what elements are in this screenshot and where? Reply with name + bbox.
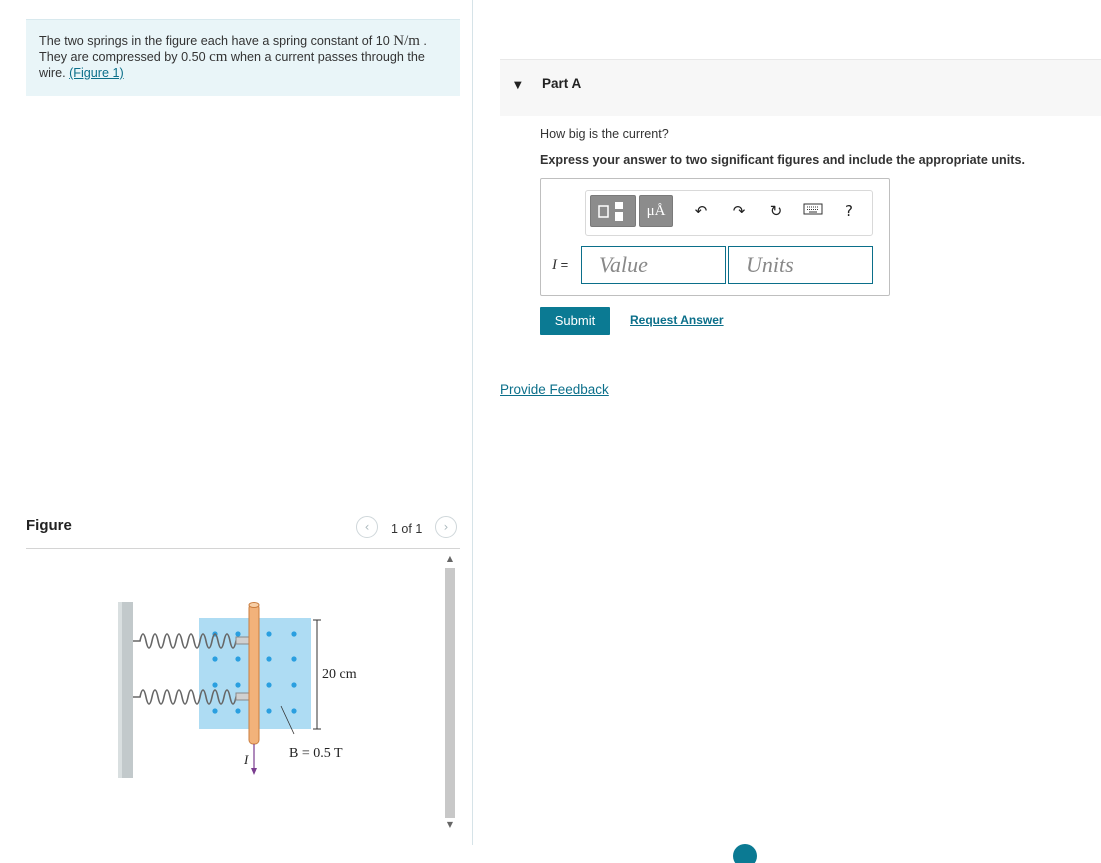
provide-feedback-link[interactable]: Provide Feedback bbox=[500, 382, 609, 397]
equals-sign: = bbox=[557, 257, 569, 272]
figure-scrollbar[interactable]: ▲ ▼ bbox=[443, 552, 457, 830]
field-label: B = 0.5 T bbox=[289, 746, 343, 761]
problem-unit-cm: cm bbox=[209, 49, 228, 65]
part-title: Part A bbox=[542, 76, 582, 91]
figure-header: Figure ‹ 1 of 1 › bbox=[26, 516, 460, 549]
help-icon[interactable]: ? bbox=[839, 201, 859, 221]
request-answer-link[interactable]: Request Answer bbox=[630, 313, 724, 327]
templates-button[interactable] bbox=[590, 195, 636, 227]
scrollbar-thumb[interactable] bbox=[445, 568, 455, 818]
chevron-right-icon: › bbox=[443, 520, 449, 534]
caret-down-icon: ▼ bbox=[514, 80, 522, 91]
next-figure-button[interactable]: › bbox=[435, 516, 457, 538]
submit-button[interactable]: Submit bbox=[540, 307, 610, 335]
answer-box: μÅ ↶ ↷ ↻ ? I = Value Units bbox=[540, 178, 890, 296]
problem-statement: The two springs in the figure each have … bbox=[26, 19, 460, 96]
reset-icon[interactable]: ↻ bbox=[766, 201, 786, 221]
part-a-header[interactable]: ▼ Part A bbox=[500, 59, 1101, 116]
scroll-down-icon[interactable]: ▼ bbox=[445, 820, 455, 830]
figure-drawing: 20 cm B = 0.5 T I bbox=[118, 602, 357, 778]
units-button[interactable]: μÅ bbox=[639, 195, 673, 227]
value-input[interactable]: Value bbox=[581, 246, 726, 284]
units-input[interactable]: Units bbox=[728, 246, 873, 284]
length-label: 20 cm bbox=[322, 667, 357, 682]
problem-unit-spring: N/m bbox=[393, 33, 420, 49]
scroll-up-icon[interactable]: ▲ bbox=[445, 554, 455, 564]
wire bbox=[248, 603, 260, 745]
figure-link[interactable]: (Figure 1) bbox=[69, 66, 124, 80]
figure-title: Figure bbox=[26, 517, 72, 534]
question-text: How big is the current? bbox=[540, 127, 669, 141]
spring-wire-figure: 20 cm B = 0.5 T I bbox=[112, 596, 372, 796]
undo-icon[interactable]: ↶ bbox=[691, 201, 711, 221]
instructions-text: Express your answer to two significant f… bbox=[540, 153, 1025, 167]
templates-icon bbox=[598, 202, 623, 221]
previous-figure-button[interactable]: ‹ bbox=[356, 516, 378, 538]
column-divider bbox=[472, 0, 473, 845]
keyboard-icon[interactable] bbox=[803, 201, 823, 221]
math-toolbar: μÅ ↶ ↷ ↻ ? bbox=[585, 190, 873, 236]
redo-icon[interactable]: ↷ bbox=[729, 201, 749, 221]
equation-label: I = bbox=[552, 257, 568, 274]
pearson-logo bbox=[732, 843, 872, 863]
chevron-left-icon: ‹ bbox=[364, 520, 370, 534]
figure-pager-text: 1 of 1 bbox=[391, 522, 423, 536]
current-label: I bbox=[243, 752, 249, 767]
problem-text-1: The two springs in the figure each have … bbox=[39, 34, 394, 48]
